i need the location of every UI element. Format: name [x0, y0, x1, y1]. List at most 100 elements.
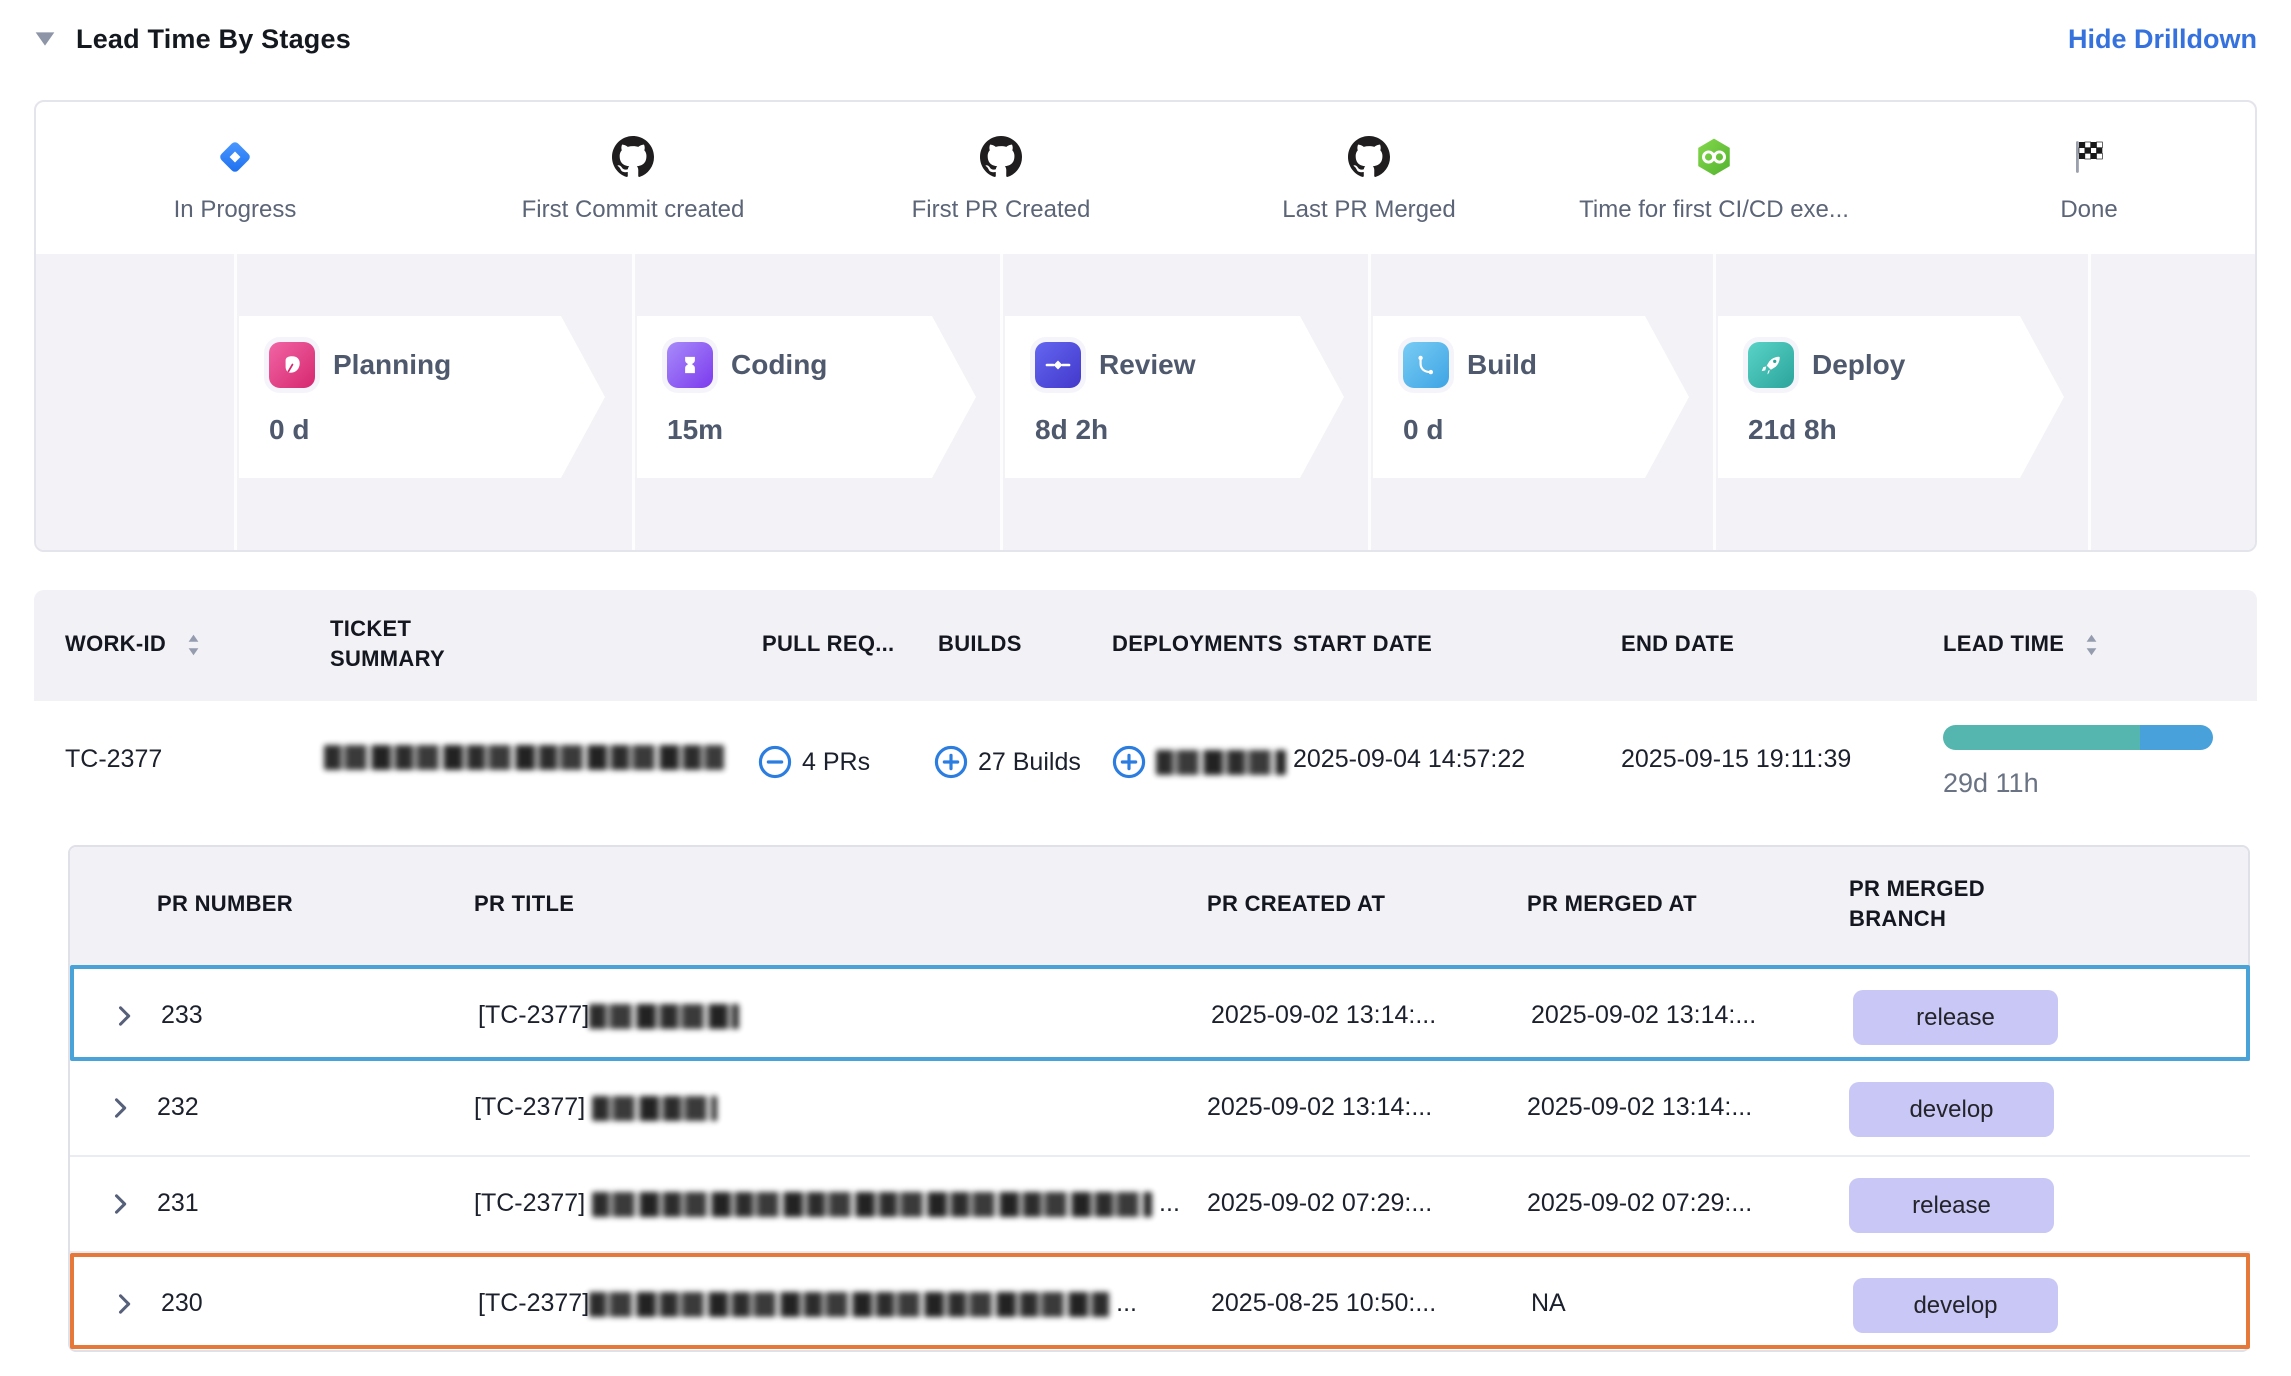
- stage-build[interactable]: Build 0 d: [1373, 316, 1689, 478]
- pr-title-prefix: [TC-2377]: [478, 1289, 589, 1317]
- redacted-text: [592, 1096, 717, 1121]
- page-title: Lead Time By Stages: [76, 24, 351, 55]
- pr-merged-at: 2025-09-02 13:14:...: [1531, 1001, 1756, 1030]
- milestone-label: Time for first CI/CD exe...: [1534, 196, 1894, 224]
- work-table-header: WORK-ID TICKET SUMMARY PULL REQ... BUILD…: [34, 590, 2257, 701]
- column-header-work-id[interactable]: WORK-ID: [65, 631, 200, 658]
- sort-icon[interactable]: [187, 632, 200, 658]
- pr-title-suffix: ...: [1152, 1189, 1180, 1217]
- milestone-label: Last PR Merged: [1189, 196, 1549, 224]
- chevron-right-icon[interactable]: [110, 1290, 138, 1325]
- hourglass-icon: [667, 342, 713, 388]
- pr-title-prefix: [TC-2377]: [474, 1189, 592, 1217]
- redacted-text: [324, 745, 724, 770]
- plus-circle-icon[interactable]: [1112, 745, 1146, 779]
- pr-row-231[interactable]: 231 [TC-2377] ... 2025-09-02 07:29:... 2…: [70, 1157, 2250, 1253]
- stage-deploy[interactable]: Deploy 21d 8h: [1718, 316, 2064, 478]
- stages-panel: In Progress First Commit created First P…: [34, 100, 2257, 552]
- jira-diamond-icon: [55, 132, 415, 182]
- milestone-label: Done: [1909, 196, 2257, 224]
- pr-drilldown-table: PR NUMBER PR TITLE PR CREATED AT PR MERG…: [68, 845, 2250, 1352]
- github-icon: [821, 132, 1181, 182]
- column-header-lead-time[interactable]: LEAD TIME: [1943, 631, 2098, 658]
- pull-requests-count: 4 PRs: [802, 748, 870, 777]
- branch-badge: release: [1853, 990, 2058, 1045]
- stage-track: Planning 0 d Coding 15m: [36, 254, 2257, 552]
- chevron-right-icon[interactable]: [106, 1094, 134, 1129]
- column-header-label: LEAD TIME: [1943, 631, 2064, 656]
- column-divider: [632, 254, 635, 552]
- stage-name: Review: [1099, 349, 1196, 381]
- column-divider: [2088, 254, 2091, 552]
- column-header-builds: BUILDS: [938, 631, 1022, 657]
- builds-count: 27 Builds: [978, 748, 1081, 777]
- stage-duration: 21d 8h: [1748, 414, 2064, 446]
- redacted-text: [589, 1004, 739, 1029]
- checkered-flag-icon: [1909, 132, 2257, 182]
- pr-number: 232: [157, 1093, 199, 1122]
- column-header-pr-created-at: PR CREATED AT: [1207, 891, 1385, 917]
- work-table-row[interactable]: TC-2377 4 PRs 27 Builds 2025-09-04 14:57…: [34, 701, 2257, 822]
- pr-number: 230: [161, 1289, 203, 1318]
- column-divider: [1368, 254, 1371, 552]
- column-divider: [1713, 254, 1716, 552]
- stage-duration: 15m: [667, 414, 976, 446]
- deployments-cell[interactable]: [1112, 745, 1286, 779]
- branch-badge: release: [1849, 1178, 2054, 1233]
- plus-circle-icon[interactable]: [934, 745, 968, 779]
- pr-title: [TC-2377]: [478, 1001, 739, 1030]
- milestone-label: First Commit created: [453, 196, 813, 224]
- pull-requests-cell[interactable]: 4 PRs: [758, 745, 870, 779]
- column-header-pr-merged-at: PR MERGED AT: [1527, 891, 1697, 917]
- lead-time-value: 29d 11h: [1943, 768, 2213, 799]
- pr-title: [TC-2377]: [474, 1093, 717, 1122]
- builds-cell[interactable]: 27 Builds: [934, 745, 1081, 779]
- milestone-done: Done: [1909, 132, 2257, 224]
- column-header-label: WORK-ID: [65, 631, 166, 656]
- column-divider: [1000, 254, 1003, 552]
- pr-row-233[interactable]: 233 [TC-2377] 2025-09-02 13:14:... 2025-…: [70, 965, 2250, 1061]
- minus-circle-icon[interactable]: [758, 745, 792, 779]
- pr-merged-at: NA: [1531, 1289, 1566, 1318]
- column-header-ticket-summary: TICKET SUMMARY: [330, 614, 490, 674]
- milestone-in-progress: In Progress: [55, 132, 415, 224]
- column-header-pr-title: PR TITLE: [474, 891, 574, 917]
- pr-row-232[interactable]: 232 [TC-2377] 2025-09-02 13:14:... 2025-…: [70, 1061, 2250, 1157]
- stage-review[interactable]: Review 8d 2h: [1005, 316, 1344, 478]
- collapse-toggle[interactable]: [34, 29, 60, 49]
- github-icon: [453, 132, 813, 182]
- github-icon: [1189, 132, 1549, 182]
- start-date-cell: 2025-09-04 14:57:22: [1293, 745, 1525, 774]
- stage-name: Coding: [731, 349, 827, 381]
- sort-icon[interactable]: [2085, 632, 2098, 658]
- pr-title-prefix: [TC-2377]: [474, 1093, 592, 1121]
- chevron-right-icon[interactable]: [106, 1190, 134, 1225]
- stage-duration: 0 d: [269, 414, 605, 446]
- chevron-right-icon[interactable]: [110, 1002, 138, 1037]
- pr-title: [TC-2377] ...: [474, 1189, 1180, 1218]
- lead-time-bar: [1943, 725, 2213, 750]
- column-header-end-date: END DATE: [1621, 631, 1734, 657]
- branch-badge: develop: [1853, 1278, 2058, 1333]
- stage-duration: 0 d: [1403, 414, 1689, 446]
- stage-coding[interactable]: Coding 15m: [637, 316, 976, 478]
- column-header-pr-merged-branch: PR MERGED BRANCH: [1849, 874, 2029, 934]
- column-header-deployments: DEPLOYMENTS: [1112, 631, 1283, 657]
- stage-name: Planning: [333, 349, 451, 381]
- ticket-summary-cell: [324, 745, 724, 770]
- rocket-icon: [1748, 342, 1794, 388]
- column-header-pull-requests: PULL REQ...: [762, 631, 894, 657]
- work-id-cell: TC-2377: [65, 745, 162, 774]
- stage-name: Deploy: [1812, 349, 1905, 381]
- stage-planning[interactable]: Planning 0 d: [239, 316, 605, 478]
- planning-quill-icon: [269, 342, 315, 388]
- pr-title: [TC-2377] ...: [478, 1289, 1137, 1318]
- hide-drilldown-link[interactable]: Hide Drilldown: [2068, 24, 2257, 55]
- column-divider: [234, 254, 237, 552]
- pr-number: 233: [161, 1001, 203, 1030]
- pr-row-230[interactable]: 230 [TC-2377] ... 2025-08-25 10:50:... N…: [70, 1253, 2250, 1349]
- redacted-text: [592, 1192, 1152, 1217]
- pr-table-header: PR NUMBER PR TITLE PR CREATED AT PR MERG…: [70, 847, 2248, 965]
- milestone-first-commit: First Commit created: [453, 132, 813, 224]
- pr-created-at: 2025-09-02 07:29:...: [1207, 1189, 1432, 1218]
